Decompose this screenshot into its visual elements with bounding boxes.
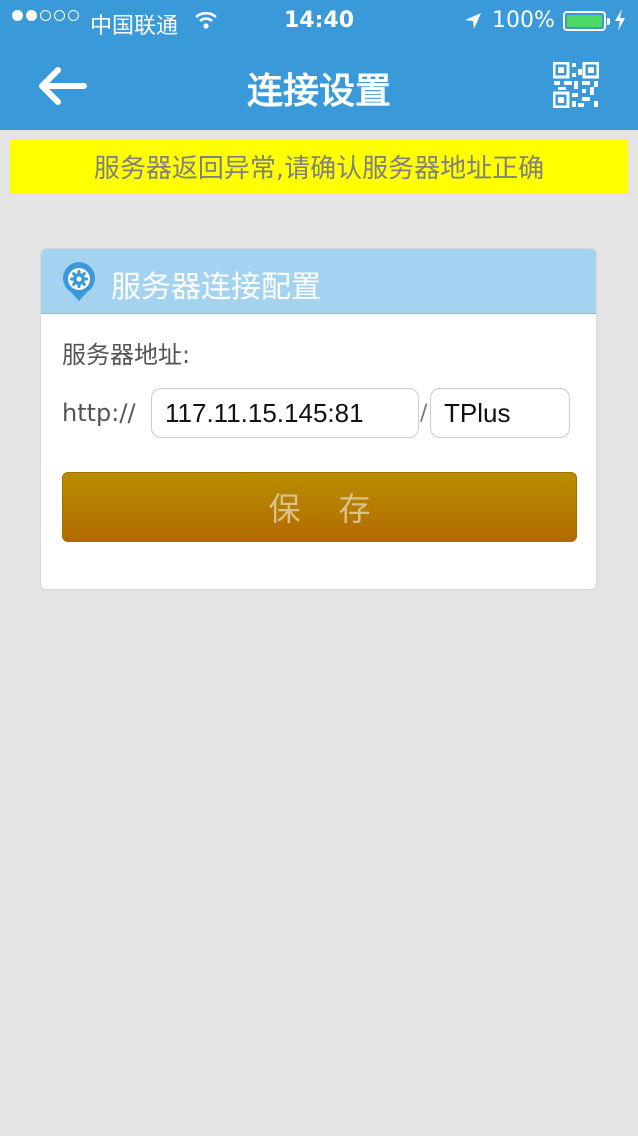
server-host-input[interactable]	[151, 388, 419, 438]
card-title: 服务器连接配置	[111, 270, 321, 305]
location-arrow-icon	[465, 13, 481, 29]
path-separator: /	[420, 401, 428, 426]
card-header: 服务器连接配置	[41, 249, 596, 314]
error-message: 服务器返回异常,请确认服务器地址正确	[93, 154, 545, 184]
page-title: 连接设置	[246, 71, 391, 112]
nav-bar: 连接设置	[0, 42, 638, 130]
save-button[interactable]: 保存	[62, 472, 577, 542]
top-bar: 中国联通 14:40 100% 连接设置	[0, 0, 638, 130]
gear-icon	[63, 262, 95, 301]
status-bar: 中国联通 14:40 100%	[0, 0, 638, 42]
error-banner: 服务器返回异常,请确认服务器地址正确	[10, 139, 628, 194]
charging-bolt-icon	[615, 9, 625, 31]
battery-percent: 100%	[492, 8, 555, 33]
battery-icon	[563, 11, 610, 31]
protocol-label: http://	[62, 399, 136, 427]
server-config-card: 服务器连接配置 服务器地址: http:// / 保存	[40, 248, 597, 590]
server-path-input[interactable]	[430, 388, 570, 438]
qr-code-icon[interactable]	[553, 62, 599, 108]
server-address-label: 服务器地址:	[62, 341, 191, 369]
back-arrow-icon[interactable]	[36, 64, 88, 108]
